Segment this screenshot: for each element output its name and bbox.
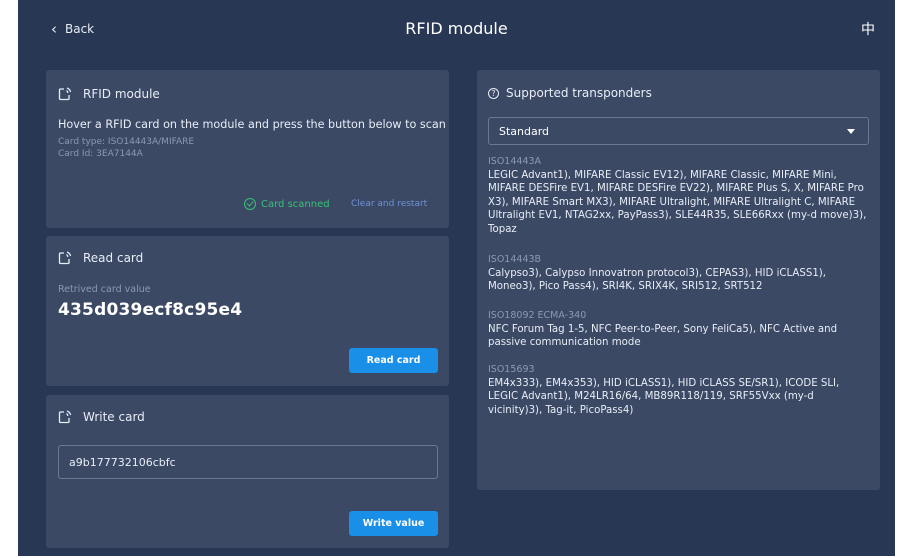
panel-header: RFID module bbox=[58, 87, 160, 101]
panel-header: Read card bbox=[58, 251, 143, 265]
standard-description: EM4x333), EM4x353), HID iCLASS1), HID iC… bbox=[488, 378, 840, 416]
standard-name: ISO14443A bbox=[488, 156, 542, 167]
read-card-panel: Read card Retrived card value 435d039ecf… bbox=[46, 236, 449, 386]
standard-item: ISO15693 EM4x333), EM4x353), HID iCLASS1… bbox=[488, 364, 870, 417]
scan-hint: Hover a RFID card on the module and pres… bbox=[58, 118, 446, 131]
language-toggle[interactable]: 中 bbox=[861, 19, 875, 39]
caret-down-icon bbox=[847, 129, 855, 134]
panel-title: Supported transponders bbox=[506, 86, 652, 100]
retrieved-value-label: Retrived card value bbox=[58, 284, 151, 295]
write-value-input[interactable]: a9b177732106cbfc bbox=[58, 445, 438, 479]
standard-select-value: Standard bbox=[499, 124, 550, 138]
read-card-button[interactable]: Read card bbox=[349, 348, 438, 373]
card-type: Card type: ISO14443A/MIFARE bbox=[58, 137, 195, 147]
standard-item: ISO14443A LEGIC Advant1), MIFARE Classic… bbox=[488, 156, 870, 236]
write-value-button[interactable]: Write value bbox=[349, 511, 438, 536]
standard-select[interactable]: Standard bbox=[488, 117, 869, 145]
standard-item: ISO18092 ECMA-340 NFC Forum Tag 1-5, NFC… bbox=[488, 310, 870, 350]
standard-item: ISO14443B Calypso3), Calypso Innovatron … bbox=[488, 254, 870, 294]
rfid-scan-panel: RFID module Hover a RFID card on the mod… bbox=[46, 70, 449, 228]
standard-description: Calypso3), Calypso Innovatron protocol3)… bbox=[488, 268, 827, 293]
scan-status-label: Card scanned bbox=[261, 198, 330, 210]
panel-header: Write card bbox=[58, 410, 145, 424]
standard-name: ISO14443B bbox=[488, 254, 542, 265]
card-id: Card Id: 3EA7144A bbox=[58, 149, 143, 159]
panel-title: Read card bbox=[83, 251, 144, 265]
help-icon: ? bbox=[488, 87, 499, 99]
standard-name: ISO18092 ECMA-340 bbox=[488, 310, 587, 321]
nfc-card-icon bbox=[58, 87, 72, 101]
nfc-card-icon bbox=[58, 251, 72, 265]
page-title: RFID module bbox=[405, 19, 508, 38]
retrieved-card-value: 435d039ecf8c95e4 bbox=[58, 300, 243, 320]
clear-and-restart-button[interactable]: Clear and restart bbox=[351, 199, 427, 209]
supported-transponders-panel: ? Supported transponders Standard ISO144… bbox=[477, 70, 880, 490]
panel-title: RFID module bbox=[83, 87, 160, 101]
app-window: ‹ Back RFID module 中 RFID module Hover a… bbox=[18, 0, 895, 556]
top-bar: ‹ Back RFID module 中 bbox=[18, 0, 895, 58]
nfc-card-icon bbox=[58, 410, 72, 424]
panel-header: ? Supported transponders bbox=[488, 86, 652, 100]
standard-description: LEGIC Advant1), MIFARE Classic EV12), MI… bbox=[488, 170, 867, 235]
standard-description: NFC Forum Tag 1-5, NFC Peer-to-Peer, Son… bbox=[488, 324, 838, 349]
standard-name: ISO15693 bbox=[488, 364, 535, 375]
scan-status: Card scanned bbox=[244, 198, 330, 210]
write-card-panel: Write card a9b177732106cbfc Write value bbox=[46, 395, 449, 548]
check-circle-icon bbox=[244, 198, 256, 210]
panel-title: Write card bbox=[83, 410, 145, 424]
